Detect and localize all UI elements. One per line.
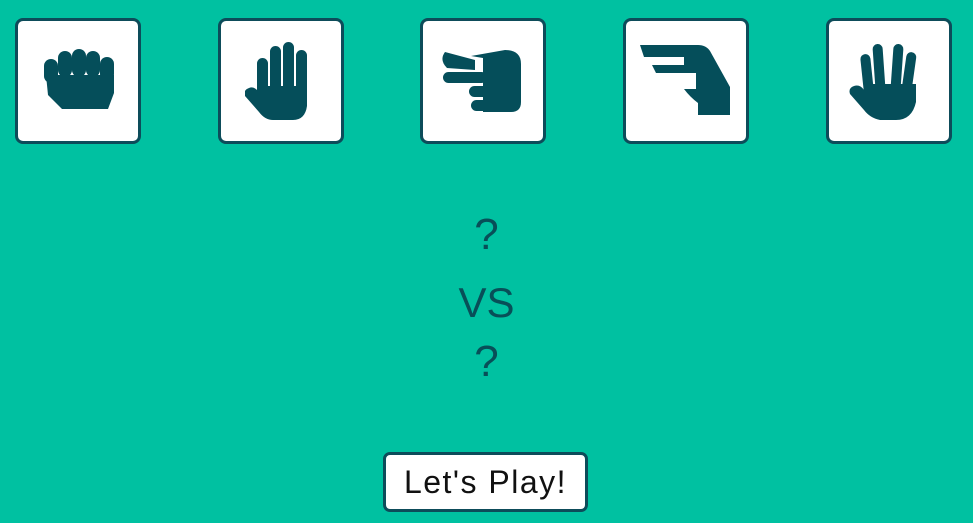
choice-scissors-button[interactable] xyxy=(420,18,546,144)
lets-play-button[interactable]: Let's Play! xyxy=(383,452,588,512)
computer-pick-display: ? xyxy=(474,337,499,386)
game-stage: ? VS ? Let's Play! xyxy=(0,0,973,523)
choice-rock-button[interactable] xyxy=(15,18,141,144)
choice-spock-button[interactable] xyxy=(826,18,952,144)
vs-label: VS xyxy=(458,279,515,326)
choice-lizard-button[interactable] xyxy=(623,18,749,144)
choice-paper-button[interactable] xyxy=(218,18,344,144)
open-hand-icon xyxy=(245,42,307,120)
spock-hand-icon xyxy=(849,44,917,120)
scissors-hand-icon xyxy=(442,50,521,112)
lizard-hand-icon xyxy=(640,45,730,115)
fist-hand-icon xyxy=(44,49,114,109)
player-pick-display: ? xyxy=(474,210,499,259)
